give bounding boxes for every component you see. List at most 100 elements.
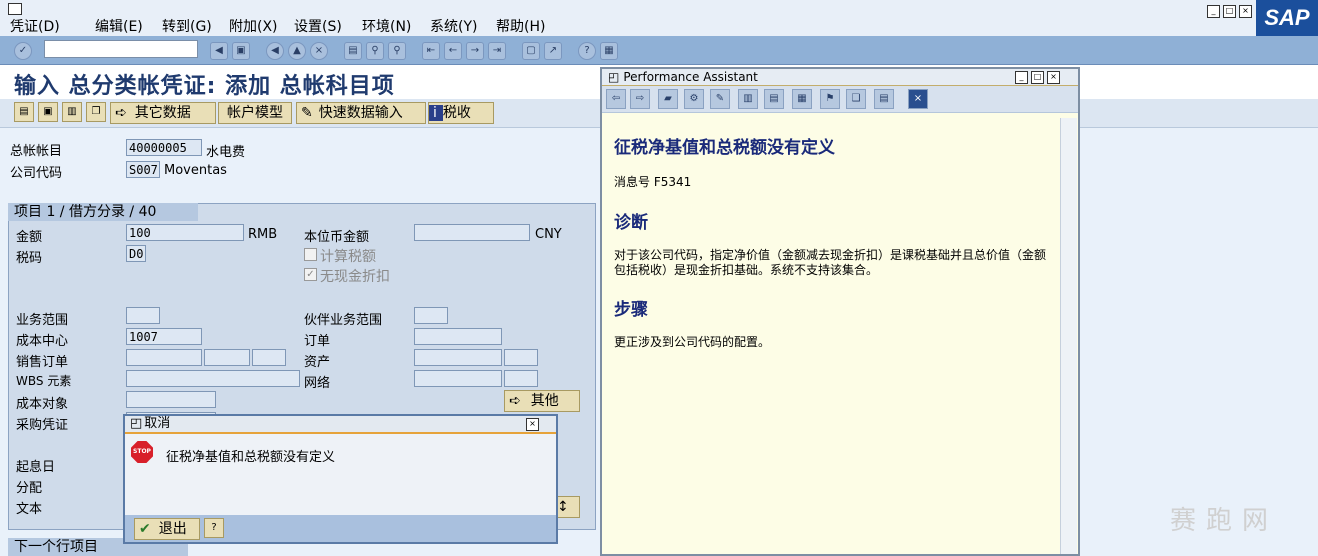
command-field[interactable] [44, 40, 198, 58]
value-date-label: 起息日 [16, 460, 56, 475]
back-icon[interactable]: ⇦ [606, 89, 626, 109]
pa-title-bar: ◰ Performance Assistant [602, 69, 1078, 86]
cost-center-label: 成本中心 [16, 334, 69, 349]
next-page-icon[interactable]: → [466, 42, 484, 60]
menu-goto[interactable]: 转到(G) [162, 16, 212, 36]
prev-page-icon[interactable]: ← [444, 42, 462, 60]
dialog-message: 征税净基值和总税额没有定义 [166, 450, 336, 465]
amount-label: 金额 [16, 230, 43, 245]
no-cash-discount-checkbox[interactable]: ✓ [304, 268, 317, 281]
asset-label: 资产 [304, 355, 331, 370]
exit-button[interactable]: ✔ 退出 [134, 518, 200, 540]
pa-close-icon[interactable]: × [1047, 71, 1060, 84]
partner-ba-label: 伙伴业务范围 [304, 313, 383, 328]
layout-icon[interactable]: ▦ [600, 42, 618, 60]
business-area-field[interactable] [126, 307, 160, 324]
first-page-icon[interactable]: ⇤ [422, 42, 440, 60]
long-text-button[interactable]: ↕ [556, 496, 580, 518]
flag-icon[interactable]: ⚑ [820, 89, 840, 109]
other-data-button[interactable]: ➪ 其它数据 [110, 102, 216, 124]
help-icon[interactable]: ? [578, 42, 596, 60]
technical-info-icon[interactable]: ⚙ [684, 89, 704, 109]
partner-ba-field[interactable] [414, 307, 448, 324]
shortcut-icon[interactable]: ↗ [544, 42, 562, 60]
wbs-label: WBS 元素 [16, 374, 72, 388]
local-currency: CNY [535, 227, 562, 242]
window-icon: ◰ [608, 70, 620, 84]
print-icon[interactable]: ▤ [874, 89, 894, 109]
forward-icon[interactable]: ⇨ [630, 89, 650, 109]
more-button[interactable]: ➪ 其他 [504, 390, 580, 412]
sales-order-schedule-field[interactable] [252, 349, 286, 366]
menu-environment[interactable]: 环境(N) [362, 16, 411, 36]
order-field[interactable] [414, 328, 502, 345]
bookmark-icon[interactable]: ❑ [846, 89, 866, 109]
pa-maximize-icon[interactable]: □ [1031, 71, 1044, 84]
edit-icon[interactable]: ✎ [710, 89, 730, 109]
dialog-close-icon[interactable]: × [526, 418, 539, 431]
pa-message-number: 消息号 F5341 [614, 175, 692, 189]
maximize-icon[interactable]: □ [1223, 5, 1236, 18]
pa-diagnosis-text: 对于该公司代码，指定净价值（金额减去现金折扣）是课税基础并且总价值（金额包括税收… [614, 248, 1047, 277]
wbs-field[interactable] [126, 370, 300, 387]
tax-code-field[interactable]: D0 [126, 245, 146, 262]
save-draft-icon[interactable]: ▣ [38, 102, 58, 122]
document-icon[interactable]: ▥ [62, 102, 82, 122]
tax-button[interactable]: i 税收 [428, 102, 494, 124]
minimize-icon[interactable]: _ [1207, 5, 1220, 18]
pa-scrollbar[interactable] [1060, 118, 1077, 554]
save-icon[interactable]: ▣ [232, 42, 250, 60]
table-icon[interactable]: ▦ [792, 89, 812, 109]
enter-icon[interactable]: ✓ [14, 42, 32, 60]
menu-extras[interactable]: 附加(X) [229, 16, 278, 36]
gl-account-field[interactable]: 40000005 [126, 139, 202, 156]
item-group-title: 项目 1 / 借方分录 / 40 [8, 203, 198, 221]
network-sub-field[interactable] [504, 370, 538, 387]
print-icon[interactable]: ▤ [344, 42, 362, 60]
sales-order-field[interactable] [126, 349, 202, 366]
exit-icon[interactable]: ▲ [288, 42, 306, 60]
sap-logo: SAP [1256, 0, 1318, 36]
asset-field[interactable] [414, 349, 502, 366]
reference-icon[interactable]: ▤ [764, 89, 784, 109]
menu-help[interactable]: 帮助(H) [496, 16, 545, 36]
system-menu-icon[interactable] [8, 3, 22, 15]
amount-currency: RMB [248, 227, 278, 242]
amount-field[interactable]: 100 [126, 224, 244, 241]
last-page-icon[interactable]: ⇥ [488, 42, 506, 60]
copy-icon[interactable]: ❐ [86, 102, 106, 122]
fast-entry-button[interactable]: ✎ 快速数据输入 [296, 102, 426, 124]
window-icon: ◰ [130, 416, 143, 431]
back-icon[interactable]: ◀ [266, 42, 284, 60]
business-area-label: 业务范围 [16, 313, 69, 328]
menu-system[interactable]: 系统(Y) [430, 16, 477, 36]
display-icon[interactable]: ▤ [14, 102, 34, 122]
book-icon[interactable]: ▰ [658, 89, 678, 109]
gl-account-text: 水电费 [206, 145, 246, 160]
glossary-icon[interactable]: ▥ [738, 89, 758, 109]
local-amount-field[interactable] [414, 224, 530, 241]
find-icon[interactable]: ⚲ [366, 42, 384, 60]
pa-minimize-icon[interactable]: _ [1015, 71, 1028, 84]
dialog-title-bar: ◰ 取消 [125, 416, 556, 434]
account-model-button[interactable]: 帐户模型 [218, 102, 292, 124]
cost-object-field[interactable] [126, 391, 216, 408]
po-label: 采购凭证 [16, 418, 69, 433]
cancel-icon[interactable]: × [310, 42, 328, 60]
company-code-field[interactable]: S007 [126, 161, 160, 178]
asset-sub-field[interactable] [504, 349, 538, 366]
dialog-help-icon[interactable]: ? [204, 518, 224, 538]
local-amount-label: 本位币金额 [304, 230, 370, 245]
back-arrow-icon[interactable]: ◀ [210, 42, 228, 60]
menu-settings[interactable]: 设置(S) [294, 16, 342, 36]
close-pa-icon[interactable]: × [908, 89, 928, 109]
new-session-icon[interactable]: ▢ [522, 42, 540, 60]
close-icon[interactable]: × [1239, 5, 1252, 18]
cost-center-field[interactable]: 1007 [126, 328, 202, 345]
network-field[interactable] [414, 370, 502, 387]
menu-edit[interactable]: 编辑(E) [95, 16, 143, 36]
find-next-icon[interactable]: ⚲ [388, 42, 406, 60]
menu-document[interactable]: 凭证(D) [10, 16, 60, 36]
sales-order-item-field[interactable] [204, 349, 250, 366]
calc-tax-checkbox[interactable] [304, 248, 317, 261]
